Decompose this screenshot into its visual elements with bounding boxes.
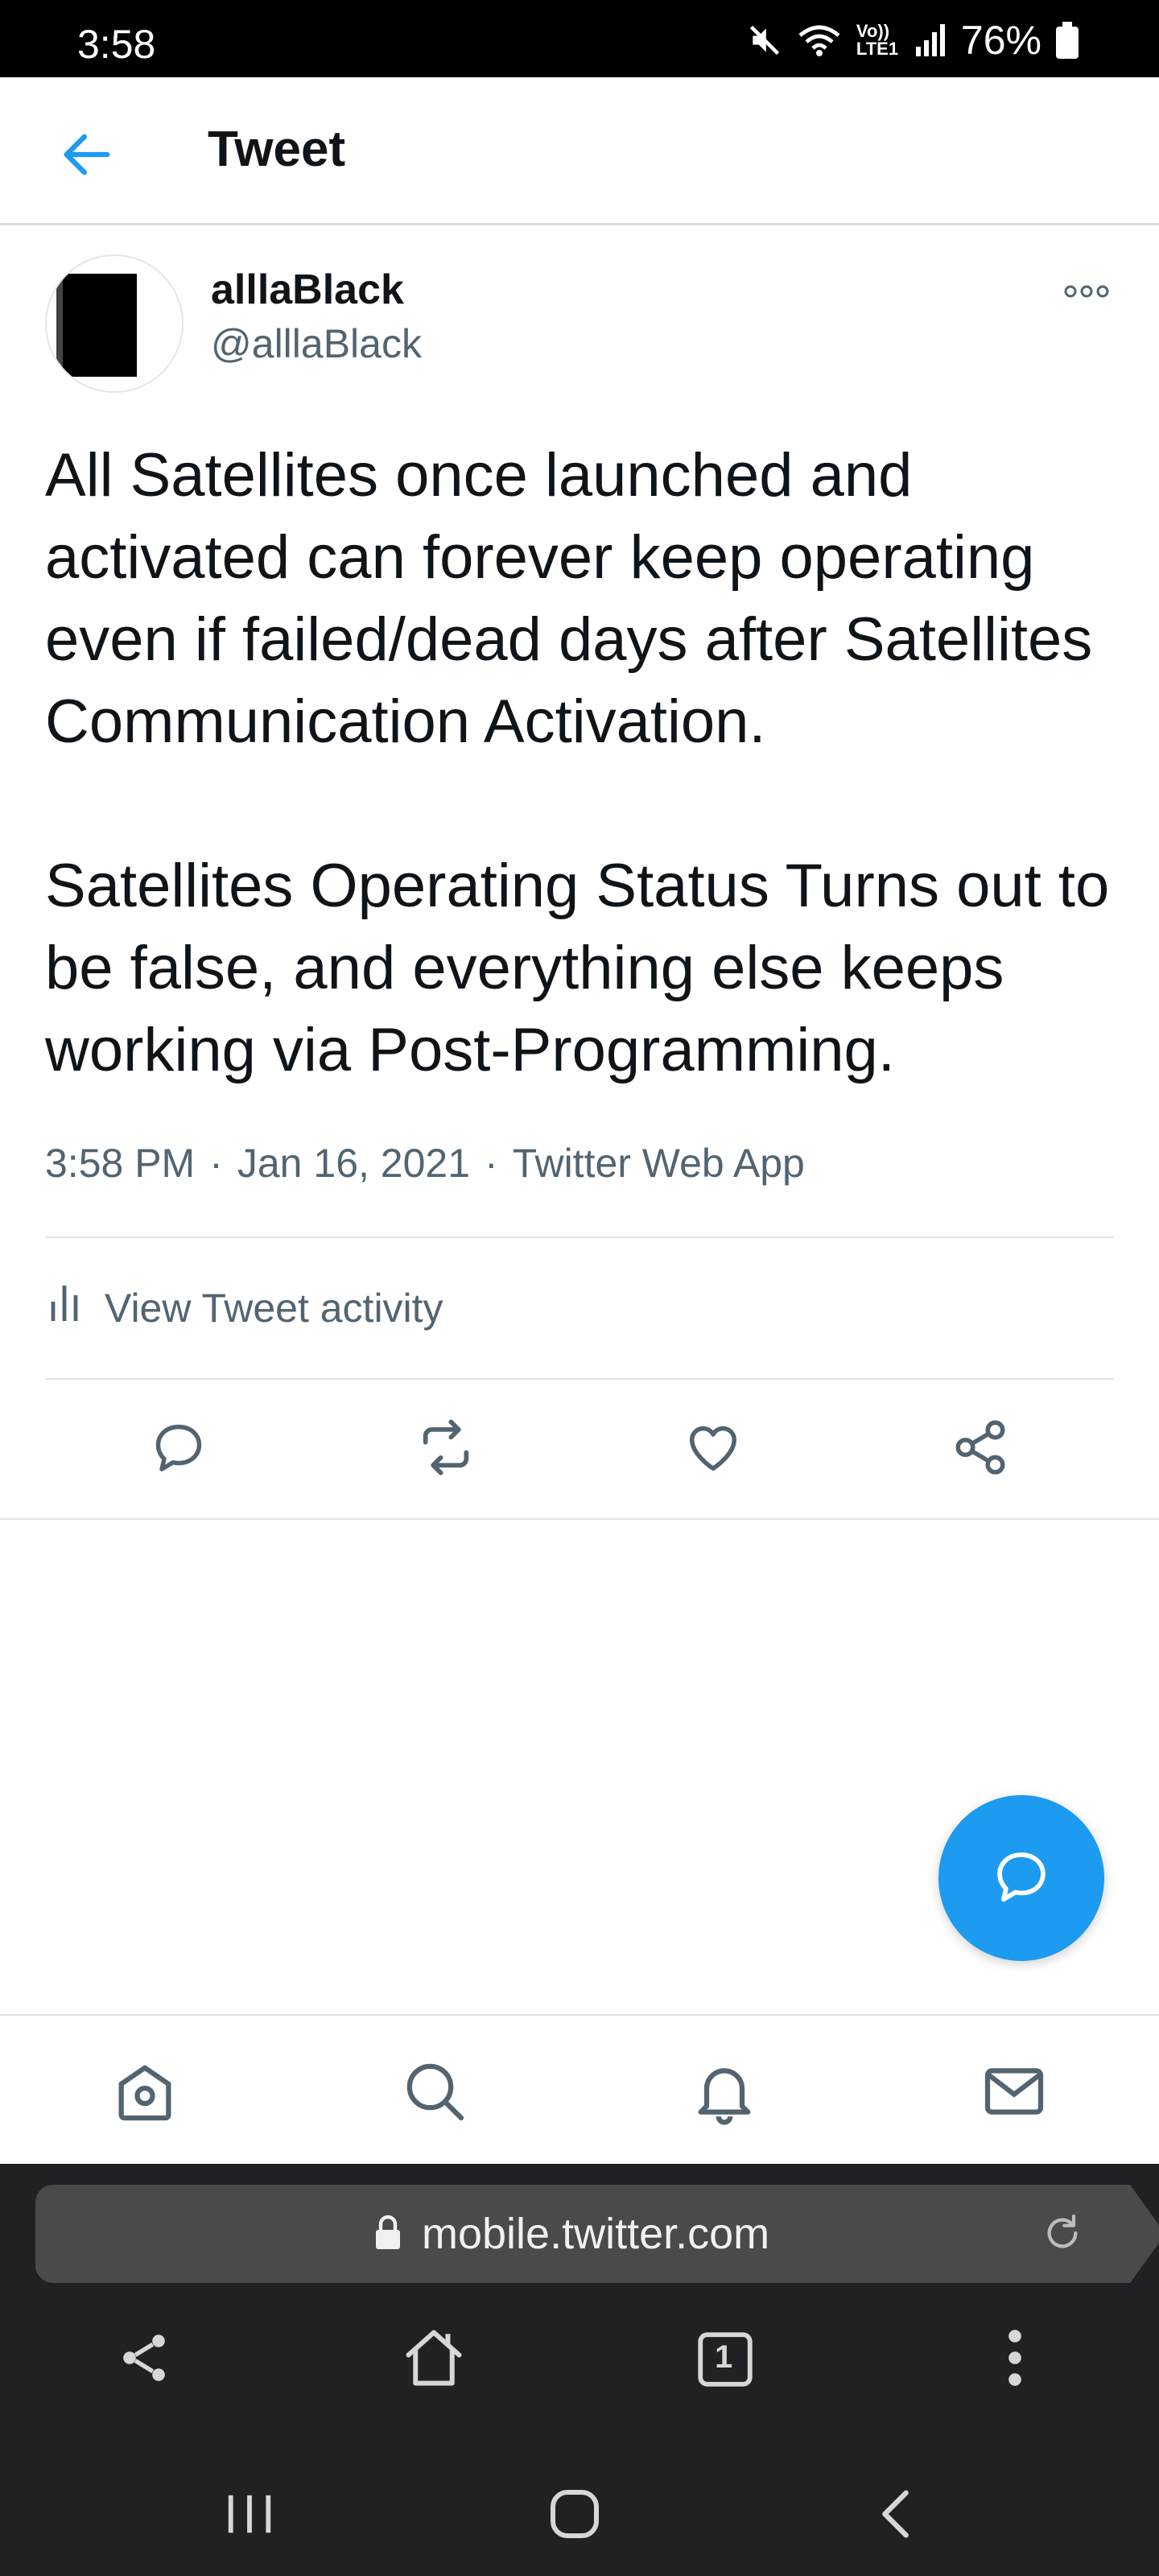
nav-notifications[interactable] [684, 2053, 765, 2133]
more-icon [1061, 285, 1112, 312]
nav-search[interactable] [394, 2053, 475, 2133]
retweet-icon [415, 1417, 476, 1482]
tweet-source[interactable]: Twitter Web App [513, 1140, 805, 1187]
reply-button[interactable] [137, 1407, 221, 1491]
like-button[interactable] [671, 1407, 755, 1491]
system-back-button[interactable] [856, 2479, 937, 2552]
battery-level: 76% [960, 18, 1041, 63]
share-button[interactable] [938, 1407, 1022, 1491]
avatar[interactable] [45, 254, 184, 393]
view-tweet-activity-button[interactable]: View Tweet activity [48, 1280, 443, 1336]
compose-reply-button[interactable] [938, 1795, 1104, 1961]
tweet-paragraph-1: All Satellites once launched and activat… [45, 441, 1093, 756]
author-name[interactable]: alllaBlack [211, 266, 404, 314]
more-vertical-icon [1003, 2326, 1027, 2394]
system-navigation-bar [0, 2447, 1159, 2576]
status-icons: Vo)) LTE1 76% [747, 18, 1079, 63]
system-home-button[interactable] [534, 2479, 615, 2552]
status-bar: 3:58 Vo)) LTE1 76% [0, 0, 1159, 77]
tweet-date: Jan 16, 2021 [237, 1141, 471, 1186]
home-icon [400, 2324, 468, 2396]
battery-icon [1056, 22, 1079, 59]
browser-home-button[interactable] [390, 2315, 478, 2404]
messages-icon [979, 2056, 1050, 2131]
activity-icon [48, 1282, 80, 1334]
tweet-meta: 3:58 PM · Jan 16, 2021 · Twitter Web App [45, 1140, 805, 1187]
share-icon [951, 1418, 1010, 1481]
divider [45, 1378, 1114, 1380]
browser-menu-button[interactable] [971, 2315, 1059, 2404]
reply-icon [991, 1846, 1052, 1911]
notifications-icon [689, 2056, 760, 2131]
author-handle[interactable]: @alllaBlack [211, 320, 422, 367]
lock-icon [373, 2214, 402, 2255]
nav-home[interactable] [105, 2053, 185, 2133]
avatar-shape [63, 274, 137, 377]
like-icon [683, 1418, 743, 1481]
browser-share-button[interactable] [100, 2315, 188, 2404]
signal-icon [914, 23, 947, 58]
browser-tabs-button[interactable]: 1 [681, 2315, 769, 2404]
browser-toolbar: mobile.twitter.com 1 [0, 2164, 1159, 2576]
top-app-bar: Tweet [0, 77, 1159, 225]
search-icon [399, 2056, 470, 2131]
recents-button[interactable] [209, 2479, 290, 2552]
more-options-button[interactable] [1061, 274, 1112, 309]
reply-icon [150, 1418, 208, 1480]
nav-messages[interactable] [974, 2053, 1054, 2133]
back-button[interactable] [56, 124, 118, 185]
address-bar[interactable]: mobile.twitter.com [35, 2185, 1159, 2283]
wifi-icon [797, 23, 842, 58]
tweet-time: 3:58 PM [45, 1141, 196, 1186]
tweet-paragraph-2: Satellites Operating Status Turns out to… [45, 852, 1110, 1084]
meta-separator: · [209, 1141, 223, 1186]
circle-home-icon [546, 2485, 604, 2547]
meta-separator: · [485, 1141, 498, 1186]
divider [0, 1518, 1159, 1520]
mute-icon [747, 23, 782, 58]
page-title: Tweet [208, 122, 346, 177]
url-text: mobile.twitter.com [422, 2210, 770, 2258]
bottom-navigation [0, 2014, 1159, 2164]
share-icon [115, 2329, 173, 2391]
divider [45, 1236, 1114, 1238]
home-icon [109, 2056, 180, 2131]
arrow-left-icon [56, 134, 118, 188]
tab-count: 1 [715, 2339, 733, 2375]
reload-icon[interactable] [1040, 2211, 1085, 2260]
tweet-text: All Satellites once launched and activat… [45, 435, 1124, 1092]
tweet-actions [0, 1407, 1159, 1491]
recents-icon [221, 2488, 278, 2544]
network-label: Vo)) LTE1 [856, 21, 899, 59]
chevron-left-icon [872, 2486, 921, 2546]
status-time: 3:58 [77, 22, 156, 67]
activity-label: View Tweet activity [105, 1286, 443, 1331]
retweet-button[interactable] [404, 1407, 488, 1491]
